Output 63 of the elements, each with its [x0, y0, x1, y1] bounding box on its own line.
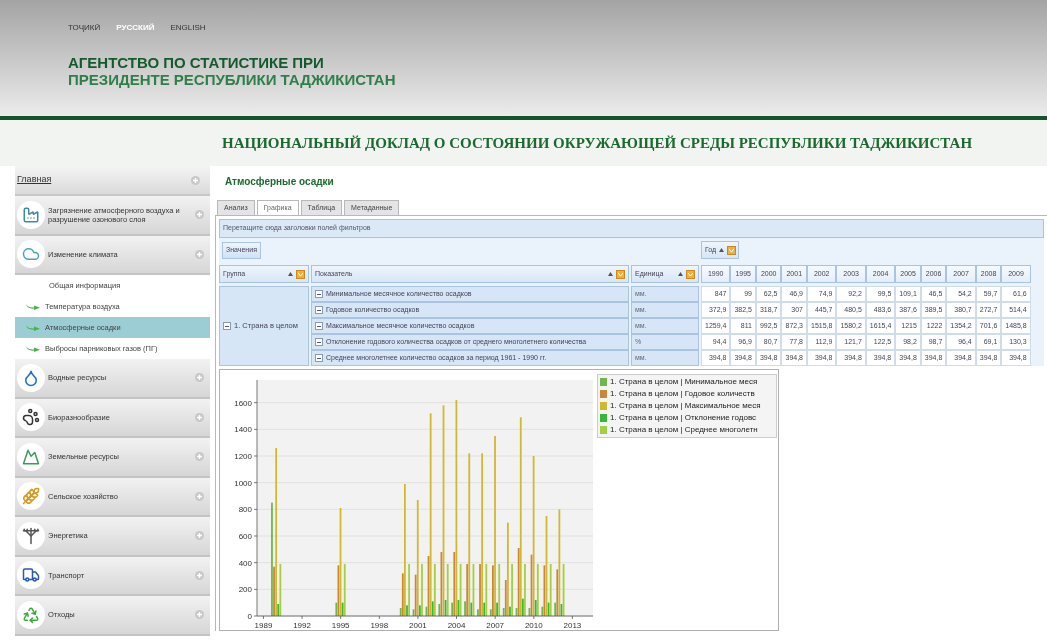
legend-label: 1. Страна в целом | Максимальное меся — [610, 400, 761, 412]
collapse-icon[interactable] — [315, 338, 323, 346]
factory-icon — [17, 200, 45, 229]
filter-dropdown-icon[interactable] — [616, 269, 625, 279]
sort-ascending-icon[interactable] — [719, 248, 725, 252]
collapse-icon[interactable] — [315, 322, 323, 330]
x-tick-label: 2001 — [409, 621, 427, 630]
x-tick-label: 1995 — [331, 621, 350, 630]
x-tick-label: 1989 — [254, 621, 273, 630]
x-tick-label: 2013 — [563, 621, 582, 630]
expand-icon[interactable] — [195, 412, 204, 422]
utility-pole-icon — [17, 521, 45, 550]
y-tick-label: 200 — [238, 585, 252, 595]
wheat-icon — [17, 482, 45, 511]
x-tick-label: 2010 — [524, 621, 543, 630]
language-link[interactable]: ENGLISH — [170, 22, 206, 34]
home-link[interactable]: Главная — [17, 173, 52, 187]
sort-ascending-icon[interactable] — [678, 272, 683, 276]
y-tick-label: 1200 — [234, 452, 252, 461]
sort-ascending-icon[interactable] — [608, 272, 613, 276]
y-tick-label: 1000 — [234, 478, 252, 488]
legend-label: 1. Страна в целом | Годовое количеств — [610, 388, 755, 400]
y-tick-label: 1400 — [234, 425, 252, 435]
expand-icon[interactable] — [195, 452, 204, 462]
mountain-icon — [17, 442, 45, 471]
collapse-icon[interactable] — [315, 290, 323, 298]
filter-dropdown-icon[interactable] — [296, 269, 305, 279]
expand-icon[interactable] — [195, 570, 204, 580]
filter-dropdown-icon[interactable] — [727, 245, 737, 255]
expand-icon[interactable] — [195, 373, 204, 383]
y-tick-label: 600 — [238, 532, 252, 541]
language-link[interactable]: ТОҶИКӢ — [68, 22, 101, 34]
water-drop-icon — [17, 363, 45, 392]
x-tick-label: 2007 — [486, 621, 505, 630]
truck-icon — [17, 561, 45, 590]
filter-dropdown-icon[interactable] — [686, 269, 695, 279]
paw-icon — [17, 403, 45, 432]
legend-label: 1. Страна в целом | Отклонение годовс — [610, 412, 757, 424]
sidebar-item[interactable]: Главная — [15, 166, 210, 196]
agency-name: АГЕНТСТВО ПО СТАТИСТИКЕ ПРИ ПРЕЗИДЕНТЕ РЕСПУБЛИКИ ТАДЖИКИСТАН — [68, 54, 397, 88]
x-tick-label: 2004 — [447, 621, 466, 630]
legend-label: 1. Страна в целом | Минимальное меся — [610, 376, 758, 388]
x-tick-label: 1998 — [370, 621, 389, 630]
y-tick-label: 800 — [238, 505, 252, 515]
collapse-icon[interactable] — [223, 322, 231, 330]
expand-icon[interactable] — [195, 491, 204, 501]
y-tick-label: 1600 — [234, 398, 252, 408]
page-title: Атмосферные осадки — [225, 175, 335, 189]
collapse-icon[interactable] — [315, 306, 323, 314]
y-tick-label: 400 — [238, 558, 252, 568]
expand-icon[interactable] — [195, 210, 204, 220]
x-tick-label: 1992 — [293, 621, 311, 630]
report-title: НАЦИОНАЛЬНЫЙ ДОКЛАД О СОСТОЯНИИ ОКРУЖАЮЩЕЙ СРЕДЫ РЕСПУБЛИКИ ТАДЖИКИСТАН — [222, 133, 973, 153]
expand-icon[interactable] — [195, 610, 204, 620]
expand-icon[interactable] — [191, 175, 200, 185]
expand-icon[interactable] — [195, 531, 204, 541]
legend-label: 1. Страна в целом | Среднее многолетн — [610, 424, 758, 436]
cloud-icon — [17, 240, 45, 269]
recycle-icon — [17, 600, 45, 629]
sort-ascending-icon[interactable] — [288, 272, 293, 276]
expand-icon[interactable] — [195, 249, 204, 259]
collapse-icon[interactable] — [315, 354, 323, 362]
y-tick-label: 0 — [247, 612, 252, 621]
